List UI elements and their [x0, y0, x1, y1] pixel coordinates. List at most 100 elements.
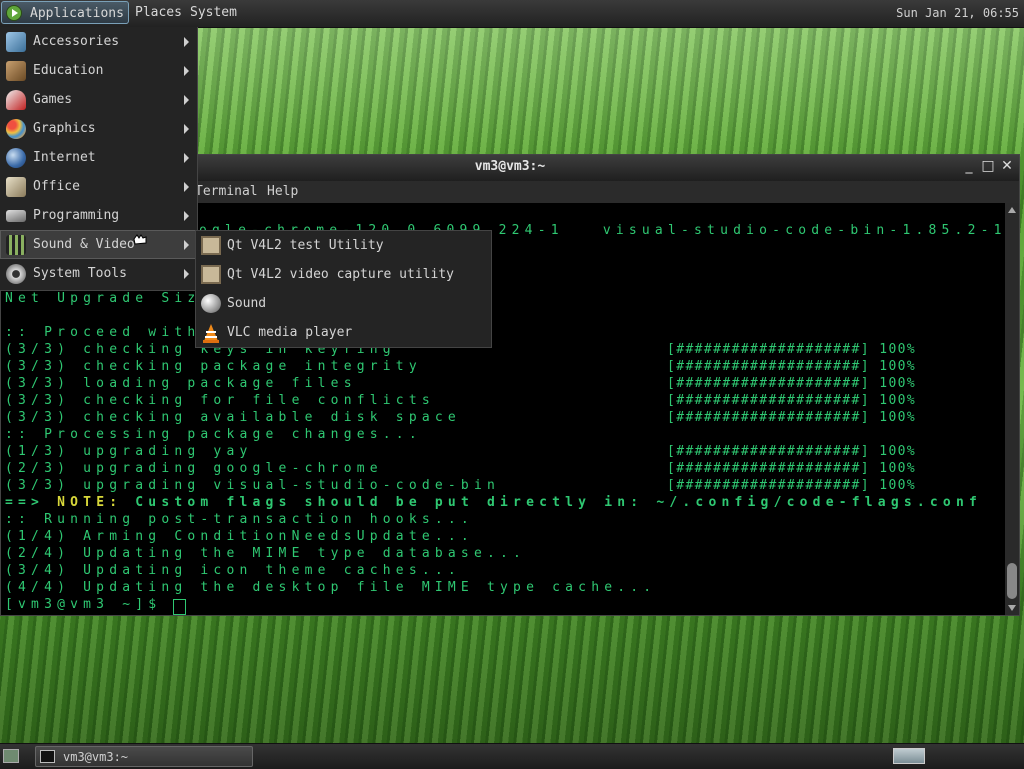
- menu-item-label: Accessories: [33, 34, 120, 49]
- progress-bar-text: [####################] 100%: [667, 478, 917, 493]
- scroll-up-icon[interactable]: [1008, 207, 1016, 213]
- submenu-item-label: VLC media player: [227, 325, 353, 340]
- workspace-switcher[interactable]: [893, 748, 925, 764]
- submenu-item-label: Qt V4L2 video capture utility: [227, 267, 454, 282]
- submenu-arrow-icon: [184, 182, 189, 192]
- submenu-arrow-icon: [184, 124, 189, 134]
- terminal-line: (3/3) upgrading visual-studio-code-bin: [5, 478, 501, 493]
- submenu-arrow-icon: [184, 211, 189, 221]
- menu-terminal[interactable]: Terminal: [195, 184, 258, 199]
- progress-bar-text: [####################] 100%: [667, 410, 917, 425]
- games-icon: [6, 90, 26, 110]
- menu-item-education[interactable]: Education: [0, 56, 197, 85]
- hand-cursor-icon: [133, 234, 147, 245]
- terminal-line: (3/3) checking available disk space: [5, 410, 461, 425]
- terminal-line: (1/4) Arming ConditionNeedsUpdate...: [5, 529, 474, 544]
- note-label: NOTE:: [57, 495, 123, 510]
- applications-label: Applications: [30, 6, 124, 21]
- programming-icon: [6, 210, 26, 222]
- menu-item-games[interactable]: Games: [0, 85, 197, 114]
- terminal-scrollbar[interactable]: [1005, 203, 1019, 615]
- progress-bar-text: [####################] 100%: [667, 461, 917, 476]
- submenu-arrow-icon: [184, 269, 189, 279]
- progress-bar-text: [####################] 100%: [667, 393, 917, 408]
- terminal-line: (3/3) checking for file conflicts: [5, 393, 435, 408]
- top-panel: Applications Places System Sun Jan 21, 0…: [0, 0, 1024, 28]
- applications-menu-button[interactable]: Applications: [1, 1, 129, 24]
- progress-bar-text: [####################] 100%: [667, 342, 917, 357]
- terminal-line: (1/3) upgrading yay: [5, 444, 253, 459]
- vlc-icon: [201, 323, 221, 343]
- menu-item-system-tools[interactable]: System Tools: [0, 259, 197, 288]
- menu-item-label: Programming: [33, 208, 120, 223]
- education-icon: [6, 61, 26, 81]
- submenu-item-qv4l2[interactable]: Qt V4L2 test Utility: [196, 231, 491, 260]
- terminal-line: :: Proceed with: [5, 325, 201, 340]
- submenu-arrow-icon: [184, 37, 189, 47]
- menu-item-accessories[interactable]: Accessories: [0, 27, 197, 56]
- qv4l2-icon: [201, 236, 221, 255]
- menu-item-office[interactable]: Office: [0, 172, 197, 201]
- terminal-line: :: Running post-transaction hooks...: [5, 512, 474, 527]
- menu-help[interactable]: Help: [267, 184, 298, 199]
- terminal-line: (3/3) loading package files: [5, 376, 357, 391]
- terminal-line: (3/3) checking package integrity: [5, 359, 422, 374]
- system-tools-icon: [6, 264, 26, 284]
- menu-item-label: Graphics: [33, 121, 96, 136]
- sound-video-icon: [6, 235, 26, 255]
- note-prefix: ==>: [5, 495, 58, 510]
- menu-item-label: Office: [33, 179, 80, 194]
- submenu-item-label: Sound: [227, 296, 267, 311]
- scrollbar-thumb[interactable]: [1007, 563, 1017, 599]
- submenu-item-label: Qt V4L2 test Utility: [227, 238, 384, 253]
- scroll-down-icon[interactable]: [1008, 605, 1016, 611]
- progress-bar-text: [####################] 100%: [667, 376, 917, 391]
- terminal-line: (2/3) upgrading google-chrome: [5, 461, 383, 476]
- menu-item-graphics[interactable]: Graphics: [0, 114, 197, 143]
- menu-item-programming[interactable]: Programming: [0, 201, 197, 230]
- menu-item-sound-video[interactable]: Sound & Video: [0, 230, 197, 259]
- menu-item-label: Sound & Video: [33, 237, 135, 252]
- bottom-panel: vm3@vm3:~: [0, 743, 1024, 769]
- menu-item-label: Games: [33, 92, 73, 107]
- menu-item-label: System Tools: [33, 266, 127, 281]
- close-button[interactable]: ✕: [1000, 159, 1014, 173]
- office-icon: [6, 177, 26, 197]
- show-desktop-icon[interactable]: [3, 749, 19, 763]
- submenu-item-sound[interactable]: Sound: [196, 289, 491, 318]
- maximize-button[interactable]: □: [981, 159, 995, 173]
- menu-item-label: Internet: [33, 150, 96, 165]
- terminal-icon: [40, 750, 55, 763]
- terminal-prompt: [vm3@vm3 ~]$: [5, 597, 175, 612]
- terminal-line: (4/4) Updating the desktop file MIME typ…: [5, 580, 657, 595]
- system-menu[interactable]: System: [190, 5, 237, 20]
- terminal-line: (3/4) Updating icon theme caches...: [5, 563, 461, 578]
- applications-menu: Accessories Education Games Graphics Int…: [0, 27, 198, 291]
- terminal-line: (2/4) Updating the MIME type database...: [5, 546, 527, 561]
- terminal-cursor: [173, 599, 186, 615]
- menu-item-internet[interactable]: Internet: [0, 143, 197, 172]
- terminal-line: :: Processing package changes...: [5, 427, 422, 442]
- note-text: Custom flags should be put directly in: …: [122, 495, 983, 510]
- submenu-item-qvidcap[interactable]: Qt V4L2 video capture utility: [196, 260, 491, 289]
- places-menu[interactable]: Places: [135, 5, 182, 20]
- progress-bar-text: [####################] 100%: [667, 444, 917, 459]
- sound-video-submenu: Qt V4L2 test Utility Qt V4L2 video captu…: [195, 230, 492, 348]
- sound-icon: [201, 294, 221, 313]
- terminal-note-line: ==> NOTE: Custom flags should be put dir…: [5, 495, 982, 510]
- terminal-line: Net Upgrade Siz: [5, 291, 201, 306]
- accessories-icon: [6, 32, 26, 52]
- submenu-arrow-icon: [184, 66, 189, 76]
- taskbar-label: vm3@vm3:~: [63, 750, 129, 764]
- minimize-button[interactable]: _: [962, 159, 976, 173]
- clock[interactable]: Sun Jan 21, 06:55: [896, 6, 1019, 20]
- submenu-arrow-icon: [184, 153, 189, 163]
- submenu-arrow-icon: [184, 240, 189, 250]
- internet-icon: [6, 148, 26, 168]
- qvidcap-icon: [201, 265, 221, 284]
- arch-logo-icon: [6, 5, 22, 21]
- submenu-arrow-icon: [184, 95, 189, 105]
- taskbar-terminal-button[interactable]: vm3@vm3:~: [35, 746, 253, 767]
- menu-item-label: Education: [33, 63, 104, 78]
- submenu-item-vlc[interactable]: VLC media player: [196, 318, 491, 347]
